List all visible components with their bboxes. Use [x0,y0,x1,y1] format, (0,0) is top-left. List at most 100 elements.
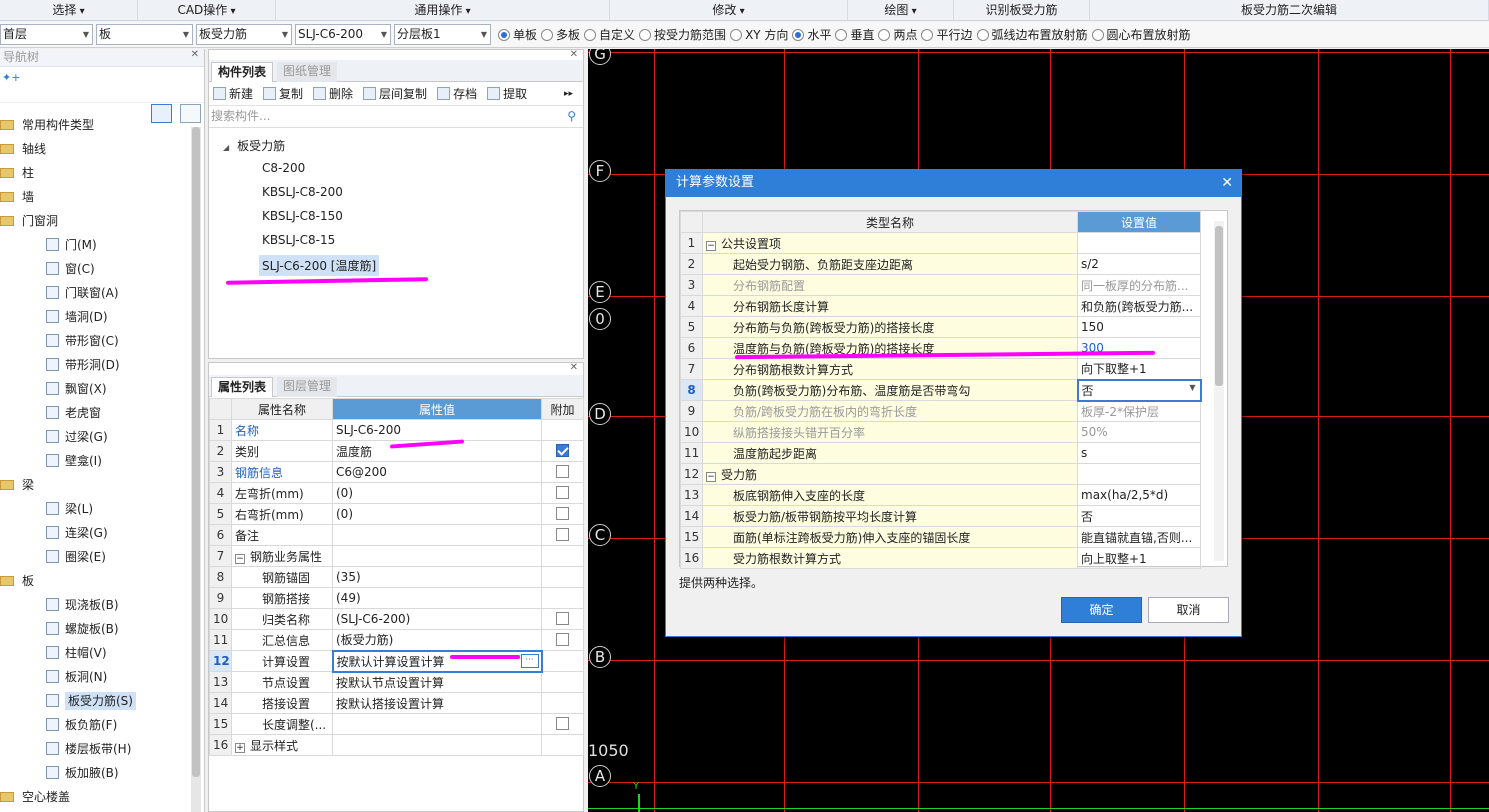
nav-item[interactable]: 常用构件类型 [0,113,190,137]
toolbar-button-3[interactable]: 层间复制 [363,85,427,102]
setting-name-cell[interactable]: − 公共设置项 [702,232,1078,254]
nav-item[interactable]: 带形洞(D) [0,353,190,377]
checkbox[interactable] [556,486,569,499]
nav-item[interactable]: 板负筋(F) [0,713,190,737]
axis-bubble[interactable]: G [589,49,611,65]
menu-2[interactable]: 通用操作 ▾ [276,0,610,21]
setting-value-cell[interactable]: 向上取整+1 [1077,547,1201,569]
nav-item[interactable]: 窗(C) [0,257,190,281]
axis-bubble[interactable]: 0 [589,308,611,330]
prop-value-cell[interactable]: (35) [332,566,542,588]
menu-0[interactable]: 选择 ▾ [0,0,138,21]
setting-name-cell[interactable]: 面筋(单标注跨板受力筋)伸入支座的锚固长度 [702,526,1078,548]
radio-0[interactable]: 单板 [498,26,537,43]
nav-item[interactable]: 门联窗(A) [0,281,190,305]
nav-item[interactable]: 过梁(G) [0,425,190,449]
close-icon[interactable]: ✕ [570,49,578,60]
setting-name-cell[interactable]: 板底钢筋伸入支座的长度 [702,484,1078,506]
nav-item[interactable]: 壁龛(I) [0,449,190,473]
setting-name-cell[interactable]: 纵筋搭接接头错开百分率 [702,421,1078,443]
checkbox[interactable] [556,528,569,541]
radio-10[interactable]: 圆心布置放射筋 [1091,26,1191,43]
nav-item[interactable]: 空心楼盖 [0,785,190,809]
prop-value-cell[interactable]: (0) [332,503,542,525]
menu-1[interactable]: CAD操作 ▾ [138,0,276,21]
axis-bubble[interactable]: B [589,646,611,668]
nav-item[interactable]: 梁 [0,473,190,497]
prop-name-cell[interactable]: 归类名称 [231,608,333,630]
component-item[interactable]: SLJ-C6-200 [温度筋] [259,255,380,276]
tab-property-list[interactable]: 属性列表 [211,377,274,397]
setting-name-cell[interactable]: 受力筋根数计算方式 [702,547,1078,569]
collapse-icon[interactable]: − [706,471,716,482]
radio-8[interactable]: 平行边 [921,26,973,43]
setting-value-cell[interactable]: 否 ▼ [1076,378,1202,402]
prop-value-cell[interactable] [332,713,542,735]
prop-name-cell[interactable]: 钢筋信息 [231,461,333,483]
toolbar-button-1[interactable]: 复制 [263,85,303,102]
combo-3[interactable]: SLJ-C6-200 ▼ [295,24,391,45]
setting-name-cell[interactable]: 负筋/跨板受力筋在板内的弯折长度 [702,400,1078,422]
close-icon[interactable]: ✕ [570,362,578,373]
prop-name-cell[interactable]: 左弯折(mm) [231,482,333,504]
nav-item[interactable]: 现浇板(B) [0,593,190,617]
setting-name-cell[interactable]: 分布筋与负筋(跨板受力筋)的搭接长度 [702,316,1078,338]
nav-item[interactable]: 板洞(N) [0,665,190,689]
setting-name-cell[interactable]: 温度筋起步距离 [702,442,1078,464]
setting-value-cell[interactable]: s [1077,442,1201,464]
axis-bubble[interactable]: D [589,403,611,425]
combo-2[interactable]: 板受力筋 ▼ [196,24,292,45]
prop-name-cell[interactable]: 钢筋锚固 [231,566,333,588]
checkbox[interactable] [556,717,569,730]
prop-value-cell[interactable] [332,545,542,567]
axis-bubble[interactable]: F [589,160,611,182]
menu-3[interactable]: 修改 ▾ [610,0,848,21]
component-item[interactable]: KBSLJ-C8-15 [262,233,335,247]
checkbox[interactable] [556,633,569,646]
prop-value-cell[interactable] [332,734,542,756]
prop-name-cell[interactable]: 钢筋搭接 [231,587,333,609]
setting-value-cell[interactable]: 150 [1077,316,1201,338]
prop-name-cell[interactable]: 长度调整(... [231,713,333,735]
checkbox[interactable] [556,612,569,625]
component-item[interactable]: KBSLJ-C8-200 [262,185,343,199]
cancel-button[interactable]: 取消 [1148,597,1229,623]
prop-name-cell[interactable]: 名称 [231,419,333,441]
axis-bubble[interactable]: E [589,281,611,303]
menu-5[interactable]: 识别板受力筋 [954,0,1090,21]
axis-bubble[interactable]: A [589,765,611,787]
nav-item[interactable]: 梁(L) [0,497,190,521]
component-search-input[interactable]: 搜索构件... ⚲ [209,106,583,128]
setting-value-cell[interactable]: max(ha/2,5*d) [1077,484,1201,506]
collapse-icon[interactable]: − [706,240,716,251]
prop-value-cell[interactable]: 按默认节点设置计算 [332,671,542,693]
setting-value-cell[interactable]: 50% [1077,421,1201,443]
radio-3[interactable]: 按受力筋范围 [639,26,726,43]
radio-7[interactable]: 两点 [878,26,917,43]
nav-item[interactable]: 轴线 [0,137,190,161]
ellipsis-button[interactable]: ··· [520,653,539,668]
setting-value-cell[interactable]: 同一板厚的分布筋... [1077,274,1201,296]
prop-value-cell[interactable]: SLJ-C6-200 [332,419,542,441]
component-item[interactable]: C8-200 [262,161,305,175]
ok-button[interactable]: 确定 [1061,597,1142,623]
tab-layer-manager[interactable]: 图层管理 [277,377,338,397]
setting-value-cell[interactable]: 和负筋(跨板受力筋... [1077,295,1201,317]
prop-name-cell[interactable]: 搭接设置 [231,692,333,714]
setting-value-cell[interactable] [1077,232,1201,254]
component-item[interactable]: KBSLJ-C8-150 [262,209,343,223]
more-icon[interactable]: ▸▸ [564,89,573,99]
tab-drawing-manager[interactable]: 图纸管理 [277,62,338,82]
menu-4[interactable]: 绘图 ▾ [848,0,954,21]
prop-value-cell[interactable]: (49) [332,587,542,609]
combo-4[interactable]: 分层板1 ▼ [394,24,491,45]
prop-name-cell[interactable]: 备注 [231,524,333,546]
nav-item[interactable]: 墙 [0,185,190,209]
toolbar-button-4[interactable]: 存档 [437,85,477,102]
collapse-icon[interactable]: − [235,553,245,564]
nav-item[interactable]: 板受力筋(S) [0,689,190,713]
setting-name-cell[interactable]: − 受力筋 [702,463,1078,485]
checkbox[interactable] [556,465,569,478]
prop-value-cell[interactable]: (板受力筋) [332,629,542,651]
combo-1[interactable]: 板 ▼ [96,24,193,45]
